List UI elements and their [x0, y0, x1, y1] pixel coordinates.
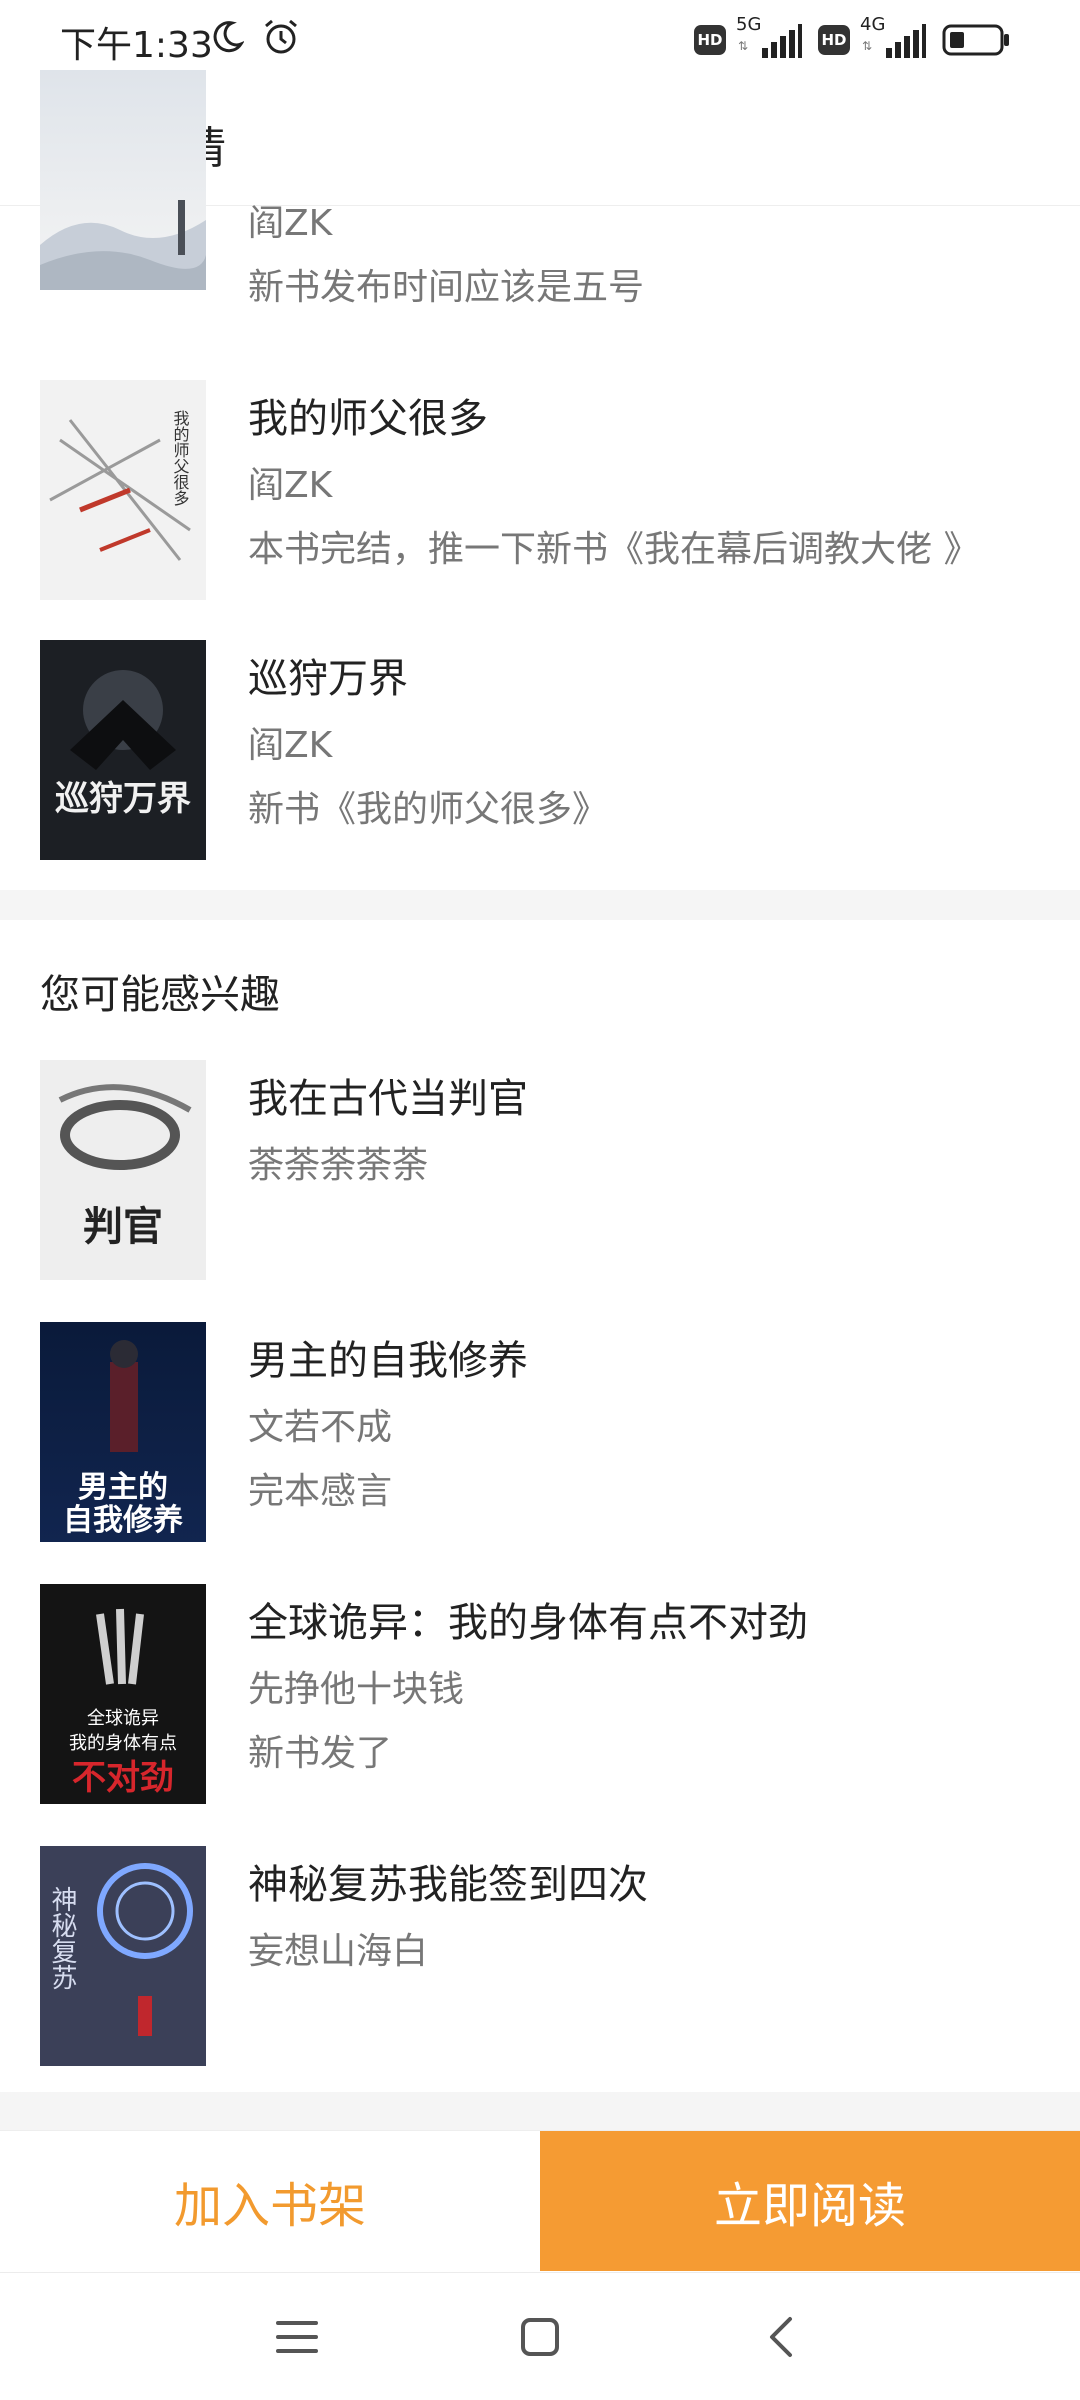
svg-text:我的身体有点: 我的身体有点 [69, 1733, 177, 1754]
home-icon[interactable] [520, 2317, 560, 2357]
book-cover: 巡狩万界 [40, 640, 206, 860]
recommend-book-item[interactable]: 全球诡异 我的身体有点 不对劲 全球诡异：我的身体有点不对劲 先挣他十块钱 新书… [0, 1584, 1080, 1804]
book-author: 妄想山海白 [248, 1931, 429, 1972]
hd-badge: HD [818, 25, 850, 55]
author-book-item[interactable]: 巡狩万界 巡狩万界 阎ZK 新书《我的师父很多》 [0, 640, 1080, 860]
alarm-icon [265, 19, 297, 54]
signal-5g: 5G ⇅ [734, 14, 804, 60]
book-author: 阎ZK [248, 725, 333, 766]
system-nav-bar [0, 2272, 1080, 2400]
menu-icon[interactable] [276, 2317, 318, 2357]
book-title: 巡狩万界 [248, 656, 408, 702]
data-arrows-icon: ⇅ [738, 39, 749, 53]
book-title: 神秘复苏我能签到四次 [248, 1862, 648, 1908]
recommend-book-item[interactable]: 判官 我在古代当判官 荼荼荼荼荼 [0, 1060, 1080, 1280]
svg-text:男主的: 男主的 [78, 1470, 168, 1505]
signal-4g: 4G ⇅ [858, 14, 928, 60]
svg-text:判官: 判官 [83, 1203, 163, 1250]
recommend-book-item[interactable]: 神秘复苏 神秘复苏我能签到四次 妄想山海白 [0, 1846, 1080, 2066]
svg-text:巡狩万界: 巡狩万界 [55, 779, 191, 819]
book-note: 本书完结，推一下新书《我在幕后调教大佬 》 [248, 529, 980, 570]
signal-icon [886, 24, 926, 58]
recommend-book-item[interactable]: 男主的 自我修养 男主的自我修养 文若不成 完本感言 [0, 1322, 1080, 1542]
svg-text:不对劲: 不对劲 [72, 1758, 174, 1798]
section-title: 您可能感兴趣 [40, 972, 280, 1018]
section-divider [0, 890, 1080, 920]
book-cover: 我的师父很多 [40, 380, 206, 600]
book-title: 全球诡异：我的身体有点不对劲 [248, 1600, 808, 1646]
status-indicators: HD 5G ⇅ HD 4G ⇅ [694, 14, 1010, 60]
book-author: 先挣他十块钱 [248, 1669, 465, 1710]
author-book-item[interactable]: 我的师父很多 我的师父很多 阎ZK 本书完结，推一下新书《我在幕后调教大佬 》 [0, 380, 1080, 600]
book-author: 荼荼荼荼荼 [248, 1145, 429, 1186]
svg-text:自我修养: 自我修养 [63, 1503, 183, 1538]
svg-text:我的师父很多: 我的师父很多 [171, 410, 190, 506]
svg-text:神秘复苏: 神秘复苏 [47, 1886, 77, 1990]
book-note: 完本感言 [248, 1471, 393, 1512]
book-cover: 男主的 自我修养 [40, 1322, 206, 1542]
read-now-button[interactable]: 立即阅读 [540, 2131, 1080, 2271]
bottom-action-bar: 加入书架 立即阅读 [0, 2130, 1080, 2271]
book-cover [40, 70, 206, 290]
book-author: 阎ZK [248, 465, 333, 506]
svg-text:全球诡异: 全球诡异 [87, 1708, 159, 1729]
book-cover: 全球诡异 我的身体有点 不对劲 [40, 1584, 206, 1804]
book-note: 新书《我的师父很多》 [248, 789, 609, 830]
data-arrows-icon: ⇅ [862, 39, 873, 53]
signal-icon [762, 24, 802, 58]
book-title: 男主的自我修养 [248, 1338, 528, 1384]
moon-icon [213, 21, 244, 53]
section-divider [0, 2092, 1080, 2130]
battery-icon [942, 24, 1009, 56]
status-bar: 下午1:33 HD 5G ⇅ HD 4G ⇅ [0, 0, 1080, 80]
status-time: 下午1:33 [60, 25, 213, 66]
book-title: 我在古代当判官 [248, 1076, 528, 1122]
book-note: 新书发了 [248, 1733, 393, 1774]
book-note: 新书发布时间应该是五号 [248, 267, 645, 308]
book-cover: 神秘复苏 [40, 1846, 206, 2066]
chevron-left-icon[interactable] [764, 2315, 798, 2359]
book-author: 阎ZK [248, 203, 333, 244]
author-book-item[interactable]: 阎ZK 新书发布时间应该是五号 [0, 70, 1080, 340]
book-cover: 判官 [40, 1060, 206, 1280]
book-title: 我的师父很多 [248, 396, 488, 442]
hd-badge: HD [694, 25, 726, 55]
book-author: 文若不成 [248, 1407, 393, 1448]
add-to-shelf-button[interactable]: 加入书架 [0, 2131, 540, 2271]
